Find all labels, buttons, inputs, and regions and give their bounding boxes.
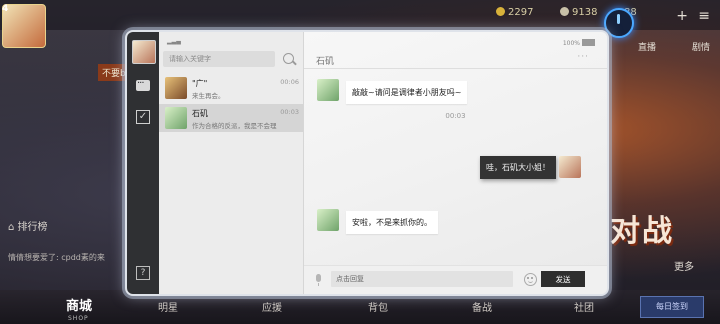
- more-link[interactable]: 更多: [674, 258, 694, 273]
- contact-preview: 来生再会。: [192, 92, 225, 100]
- nav-shop-sub: SHOP: [68, 315, 89, 322]
- nav-club[interactable]: 社团: [574, 299, 594, 314]
- messages-tab[interactable]: [135, 77, 151, 94]
- currency-b: 9138: [560, 7, 597, 18]
- microphone-icon[interactable]: [316, 274, 321, 286]
- currency-b-value: 9138: [572, 7, 598, 18]
- battery-text: 100%: [562, 40, 580, 47]
- message-timestamp: 00:03: [445, 112, 466, 120]
- message-bubble: 安啦，不是来抓你的。: [346, 211, 438, 234]
- self-avatar[interactable]: [132, 40, 156, 64]
- nav-prepare[interactable]: 备战: [472, 299, 492, 314]
- gem-icon: [560, 7, 569, 16]
- contact-name: "广": [192, 79, 208, 88]
- battery-status: 100%: [563, 39, 595, 47]
- message-bubble: 敲敲~请问是调律者小朋友吗~: [346, 81, 468, 104]
- reply-bar: 发送: [304, 265, 607, 294]
- help-icon[interactable]: ?: [136, 266, 150, 280]
- chat-window: ✓ ? ▂▃▄ "广" 来生再会。 00:06 石矶 作为合格的反派，我是不会理…: [125, 30, 609, 296]
- divider: [304, 68, 607, 69]
- battery-icon: [582, 39, 595, 46]
- rank-label: 排行榜: [17, 222, 48, 233]
- chat-ticker[interactable]: 情倩想要爱了: cpdd素的来: [8, 252, 105, 263]
- conversation-panel: 100% 石矶 ··· 敲敲~请问是调律者小朋友吗~ 00:03 哇，石矶大小姐…: [304, 32, 607, 294]
- contact-time: 00:06: [280, 78, 299, 86]
- contact-avatar: [165, 77, 187, 99]
- search-input[interactable]: [163, 51, 275, 67]
- daily-signin-button[interactable]: 每日签到: [640, 296, 704, 318]
- reply-input[interactable]: [331, 271, 513, 287]
- message-bubble-self: 哇，石矶大小姐！: [480, 156, 556, 179]
- contact-preview: 作为合格的反派，我是不会理: [192, 122, 277, 130]
- send-button[interactable]: 发送: [541, 271, 585, 287]
- battle-banner[interactable]: 对战: [610, 206, 674, 250]
- conversation-title: 石矶: [316, 57, 335, 67]
- live-label[interactable]: 直播: [638, 40, 656, 53]
- currency-a-value: 2297: [508, 7, 534, 18]
- contact-avatar: [165, 107, 187, 129]
- contact-list-panel: ▂▃▄ "广" 来生再会。 00:06 石矶 作为合格的反派，我是不会理 00:…: [159, 32, 304, 294]
- message-bubble-icon: [136, 77, 150, 91]
- search-icon[interactable]: [283, 53, 294, 64]
- player-avatar[interactable]: [2, 4, 46, 48]
- contact-item-guang[interactable]: "广" 来生再会。 00:06: [159, 74, 303, 102]
- contact-time: 00:03: [280, 108, 299, 116]
- more-options-icon[interactable]: ···: [577, 52, 589, 62]
- chat-nav-column: ✓ ?: [127, 32, 159, 294]
- self-message-avatar[interactable]: [559, 156, 581, 178]
- nav-star[interactable]: 明星: [158, 299, 178, 314]
- story-label[interactable]: 剧情: [692, 40, 710, 53]
- emoji-icon[interactable]: [524, 273, 537, 286]
- signal-icon: ▂▃▄: [167, 38, 181, 45]
- plus-icon[interactable]: +: [676, 8, 688, 24]
- rank-button[interactable]: ⌂ 排行榜: [8, 218, 48, 233]
- nav-shop[interactable]: 商城: [66, 295, 92, 314]
- currency-a: 2297: [496, 7, 533, 18]
- power-icon[interactable]: [604, 8, 634, 38]
- contact-item-shiji[interactable]: 石矶 作为合格的反派，我是不会理 00:03: [159, 104, 303, 132]
- tasks-tab-checkbox-icon[interactable]: ✓: [136, 110, 150, 124]
- nav-support[interactable]: 应援: [262, 299, 282, 314]
- sender-avatar[interactable]: [317, 79, 339, 101]
- nav-bag[interactable]: 背包: [368, 299, 388, 314]
- menu-icon[interactable]: ≡: [698, 8, 710, 24]
- sender-avatar[interactable]: [317, 209, 339, 231]
- player-level: 4: [2, 4, 9, 14]
- coin-icon: [496, 7, 505, 16]
- contact-name: 石矶: [192, 109, 208, 118]
